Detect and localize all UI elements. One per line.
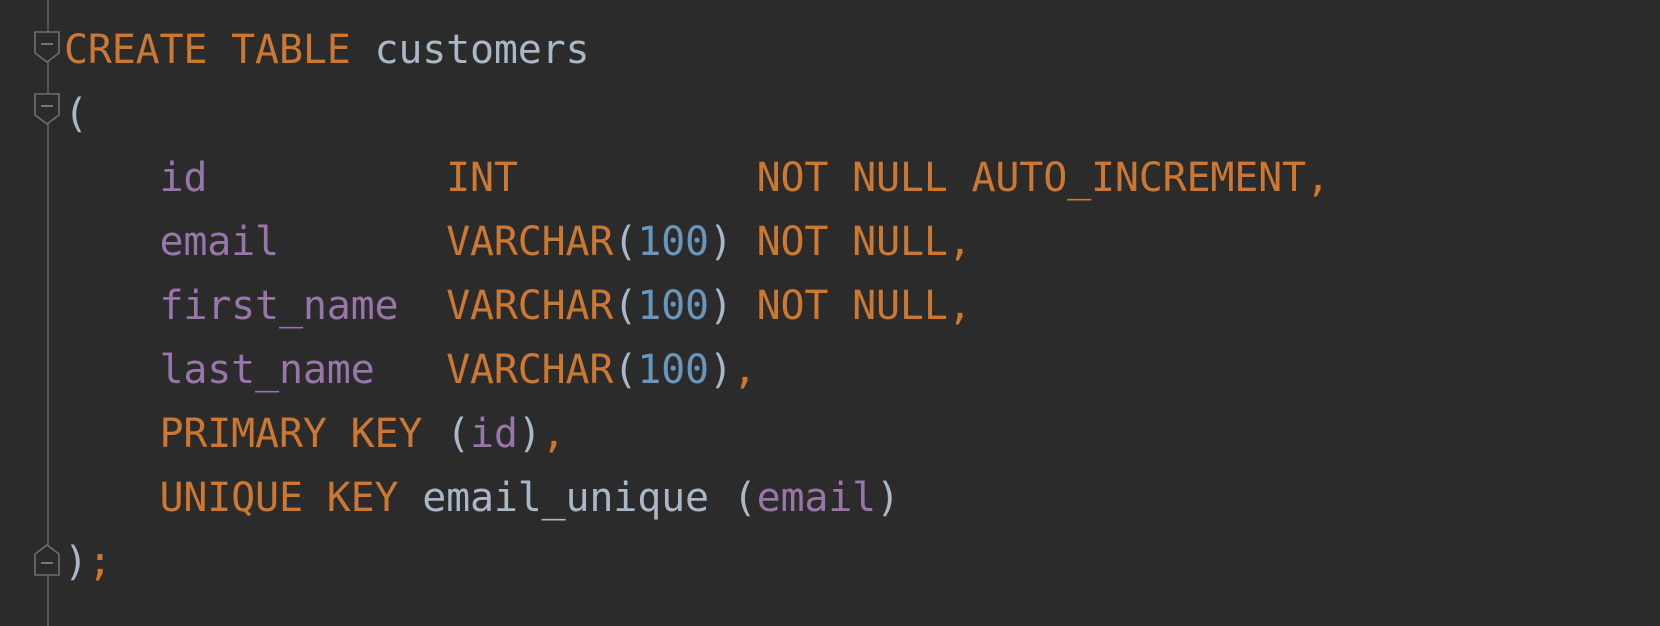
sql-keyword: ,: [541, 411, 566, 457]
code-line[interactable]: CREATE TABLE customers: [64, 18, 1330, 82]
code-line[interactable]: last_name VARCHAR(100),: [64, 338, 1330, 402]
sql-keyword: VARCHAR: [446, 347, 614, 393]
code-line[interactable]: first_name VARCHAR(100) NOT NULL,: [64, 274, 1330, 338]
code-line[interactable]: PRIMARY KEY (id),: [64, 402, 1330, 466]
punctuation: (: [613, 219, 638, 265]
punctuation: ): [64, 539, 88, 585]
statement-terminator: ;: [87, 539, 112, 585]
punctuation: (: [446, 411, 471, 457]
fold-close-icon[interactable]: [34, 542, 60, 576]
punctuation: ): [876, 475, 900, 521]
code-line[interactable]: UNIQUE KEY email_unique (email): [64, 466, 1330, 530]
sql-keyword: INT: [446, 155, 518, 201]
number-literal: 100: [637, 283, 709, 329]
column-name: email: [756, 475, 877, 521]
column-name: first_name: [159, 283, 399, 329]
column-name: last_name: [159, 347, 375, 393]
punctuation: (: [732, 475, 757, 521]
sql-keyword: NOT NULL,: [756, 283, 972, 329]
sql-keyword: ,: [732, 347, 757, 393]
sql-keyword: CREATE TABLE: [64, 27, 351, 73]
code-editor[interactable]: CREATE TABLE customers ( id INT NOT NULL …: [0, 0, 1660, 626]
column-name: id: [470, 411, 518, 457]
identifier: email_unique: [422, 475, 709, 521]
sql-keyword: VARCHAR: [446, 219, 614, 265]
punctuation: (: [64, 91, 88, 137]
code-area[interactable]: CREATE TABLE customers ( id INT NOT NULL …: [64, 18, 1330, 594]
sql-keyword: NOT NULL,: [756, 219, 972, 265]
punctuation: (: [613, 283, 638, 329]
punctuation: ): [708, 219, 733, 265]
fold-open-icon[interactable]: [34, 93, 60, 127]
column-name: email: [159, 219, 280, 265]
code-line[interactable]: id INT NOT NULL AUTO_INCREMENT,: [64, 146, 1330, 210]
number-literal: 100: [637, 347, 709, 393]
identifier: customers: [374, 27, 590, 73]
column-name: id: [159, 155, 208, 201]
fold-open-icon[interactable]: [34, 31, 60, 65]
code-line[interactable]: email VARCHAR(100) NOT NULL,: [64, 210, 1330, 274]
punctuation: ): [708, 347, 733, 393]
sql-keyword: NOT NULL AUTO_INCREMENT,: [756, 155, 1330, 201]
code-line[interactable]: (: [64, 82, 1330, 146]
sql-keyword: PRIMARY KEY: [159, 411, 423, 457]
punctuation: (: [613, 347, 638, 393]
number-literal: 100: [637, 219, 709, 265]
sql-keyword: UNIQUE KEY: [159, 475, 399, 521]
punctuation: ): [708, 283, 733, 329]
code-line[interactable]: );: [64, 530, 1330, 594]
sql-keyword: VARCHAR: [446, 283, 614, 329]
punctuation: ): [517, 411, 542, 457]
